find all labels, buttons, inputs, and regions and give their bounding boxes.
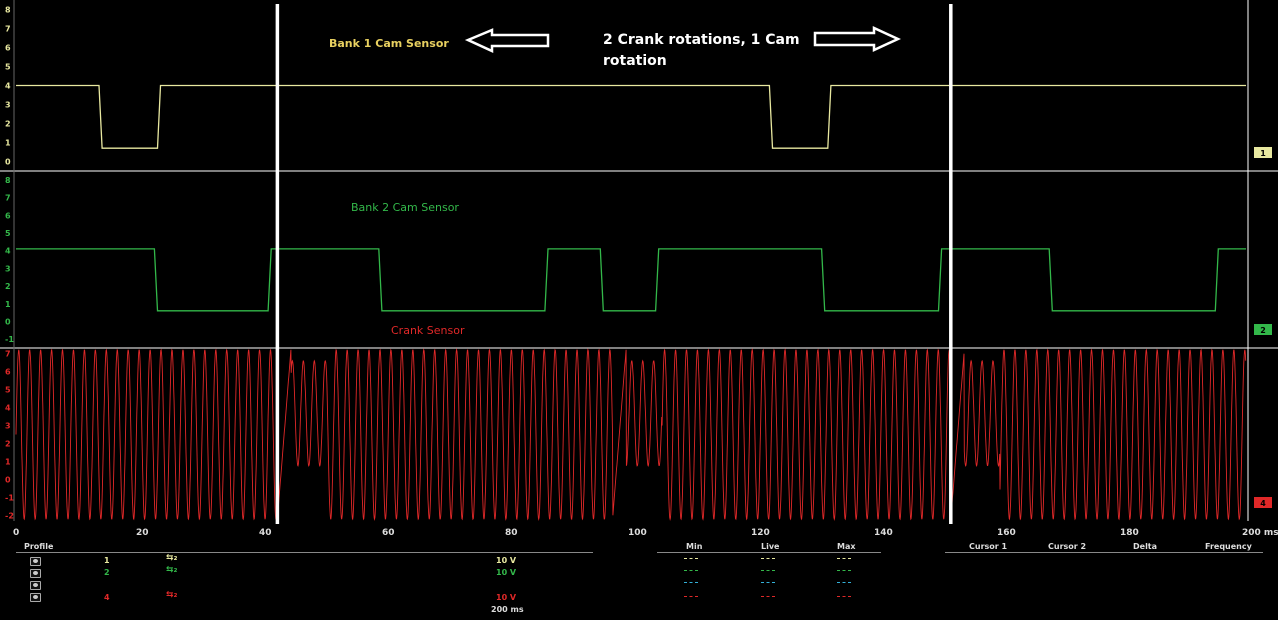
y-tick-label: -2 [5,512,14,521]
min-header: Min [686,542,703,551]
y-tick-label: 5 [5,385,11,394]
channel-2-trace [16,248,1246,312]
channel-scale: 10 V [496,556,517,565]
visibility-eye-icon[interactable] [30,569,41,578]
channel-id: 4 [104,593,110,602]
x-tick-label: 60 [382,528,395,538]
x-tick-label: 20 [136,528,149,538]
y-tick-label: 2 [5,282,11,291]
oscilloscope-display: 8 7 6 5 4 3 2 1 0 8 7 6 5 4 3 2 1 0 -1 7 6 5 4 3 2 1 0 -1 -2 0 20 40 60 8… [0,0,1278,538]
traces [15,84,1247,521]
measurement-cursors[interactable] [275,4,953,524]
channel-badge-label: 1 [1260,149,1266,158]
frequency-header: Frequency [1205,542,1252,551]
y-tick-label: 3 [5,101,11,110]
y-tick-label: 3 [5,264,11,273]
x-tick-label: 180 [1120,528,1139,538]
y-tick-label: 0 [5,476,11,485]
y-tick-label: 7 [5,194,11,203]
channel-4-trace [15,348,1247,521]
y-tick-label: 1 [5,300,11,309]
y-tick-label: 1 [5,458,11,467]
y-tick-label: 0 [5,317,11,326]
x-tick-label: 200 ms [1242,528,1278,538]
crank-sensor-label: Crank Sensor [391,324,465,337]
x-tick-label: 80 [505,528,518,538]
channel-scale: 10 V [496,568,517,577]
max-header: Max [837,542,856,551]
channel-badge-label: 4 [1260,499,1266,508]
x-tick-label: 160 [997,528,1016,538]
channel-scale: 10 V [496,593,517,602]
y-tick-label: 4 [5,82,11,91]
probe-icon: ⇆₂ [166,553,178,563]
y-tick-label: 2 [5,440,11,449]
rotation-text-line1: 2 Crank rotations, 1 Cam [603,32,800,48]
y-tick-label: 6 [5,211,11,220]
y-tick-label: 8 [5,6,11,15]
probe-icon: ⇆₂ [166,565,178,575]
y-tick-label: -1 [5,335,14,344]
bank2-cam-label: Bank 2 Cam Sensor [351,201,459,214]
bank1-cam-label: Bank 1 Cam Sensor [329,37,449,50]
cursor2-header: Cursor 2 [1048,542,1087,551]
delta-header: Delta [1133,542,1158,551]
y-tick-label: 8 [5,176,11,185]
y-tick-label: 6 [5,367,11,376]
channel-id: 2 [104,568,110,577]
measure-divider [657,552,881,553]
profile-divider [16,552,593,553]
x-tick-label: 40 [259,528,272,538]
x-tick-label: 0 [13,528,19,538]
channel-id: 1 [104,556,110,565]
y-tick-label: 1 [5,139,11,148]
y-tick-label: -1 [5,494,14,503]
y-tick-label: 2 [5,120,11,129]
x-tick-label: 120 [751,528,770,538]
cursor1-header: Cursor 1 [969,542,1008,551]
channel-1-trace [16,84,1246,149]
left-arrow-icon [464,28,550,53]
x-tick-label: 100 [628,528,647,538]
cursor-divider [945,552,1263,553]
y-tick-label: 4 [5,403,11,412]
y-tick-label: 5 [5,229,11,238]
live-header: Live [761,542,780,551]
y-tick-label: 5 [5,63,11,72]
channel-badges: 1 2 4 [1254,147,1272,508]
visibility-eye-icon[interactable] [30,581,41,590]
y-tick-label: 7 [5,349,11,358]
x-tick-label: 140 [874,528,893,538]
y-tick-label: 4 [5,247,11,256]
timebase-label: 200 ms [491,605,524,614]
visibility-eye-icon[interactable] [30,593,41,602]
y-tick-label: 6 [5,44,11,53]
right-arrow-icon [813,26,902,52]
channel-badge-label: 2 [1260,326,1266,335]
y-tick-label: 7 [5,25,11,34]
probe-icon: ⇆₂ [166,590,178,600]
rotation-text-line2: rotation [603,53,667,69]
y-tick-label: 0 [5,158,11,167]
visibility-eye-icon[interactable] [30,557,41,566]
y-tick-label: 3 [5,421,11,430]
profile-header: Profile [24,542,54,551]
